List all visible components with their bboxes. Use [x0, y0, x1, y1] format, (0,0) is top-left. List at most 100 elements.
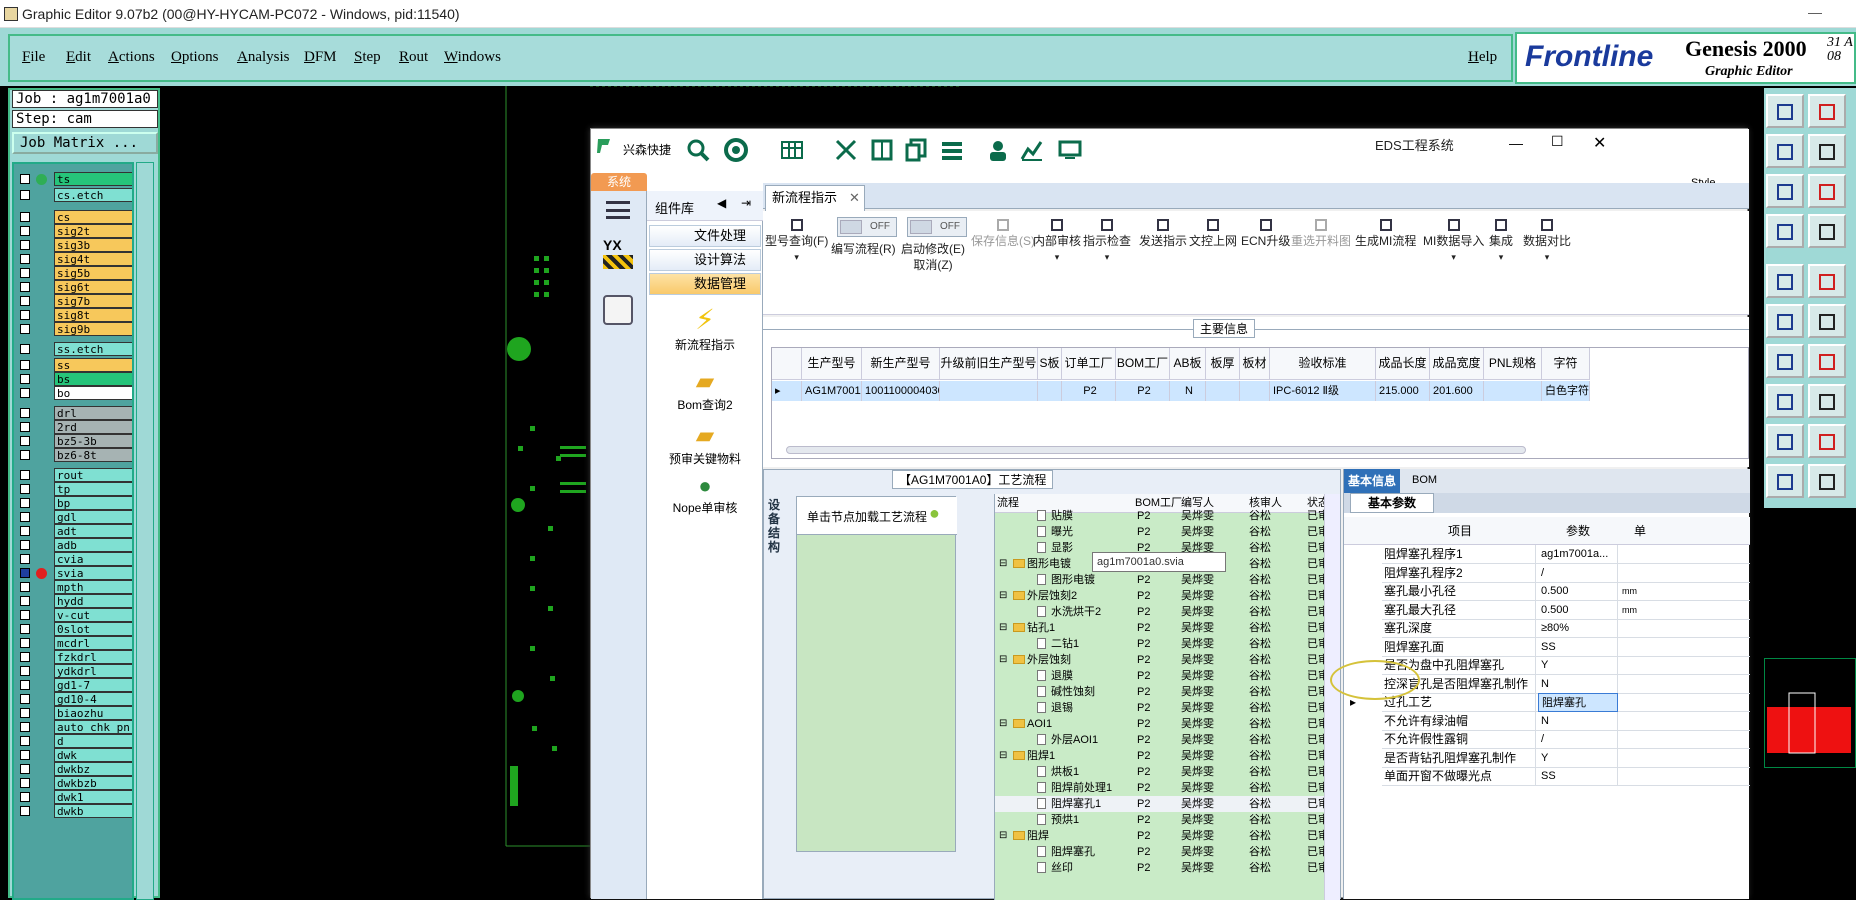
layer-row[interactable]: cs — [16, 210, 132, 224]
grid-cell[interactable]: 白色字符 — [1542, 381, 1590, 401]
layer-row[interactable]: ts — [16, 172, 132, 186]
layer-row[interactable]: ydkdrl — [16, 664, 132, 678]
property-value[interactable]: SS — [1538, 767, 1618, 786]
ribbon-button-4[interactable]: 内部审核 ▾ — [1033, 219, 1081, 265]
menu-rout[interactable]: Rout — [399, 49, 428, 66]
ribbon-button-13[interactable]: 数据对比 ▾ — [1523, 219, 1571, 265]
grid-icon[interactable] — [1808, 214, 1846, 248]
grid-cell[interactable]: P2 — [1116, 381, 1170, 401]
draw-box-icon[interactable] — [1808, 264, 1846, 298]
grid-cell[interactable]: N — [1170, 381, 1206, 401]
layer-row[interactable]: sig7b — [16, 294, 132, 308]
pan-icon[interactable] — [1808, 174, 1846, 208]
grid-cell[interactable]: AG1M7001A0 — [802, 381, 862, 401]
layer-checkbox[interactable] — [20, 484, 30, 494]
system-tab[interactable]: 系统 — [591, 173, 647, 191]
list-icon[interactable] — [939, 137, 965, 163]
layer-row[interactable]: mpth — [16, 580, 132, 594]
layer-row[interactable]: 2rd — [16, 420, 132, 434]
hamburger-icon[interactable] — [606, 201, 630, 219]
layer-checkbox[interactable] — [20, 540, 30, 550]
line-red-icon[interactable] — [1766, 344, 1804, 378]
property-value[interactable]: 0.500 — [1538, 600, 1618, 620]
layer-row[interactable]: tp — [16, 482, 132, 496]
search-icon[interactable] — [685, 137, 711, 163]
layer-row[interactable]: bz5-3b — [16, 434, 132, 448]
pointer-box-icon[interactable] — [1808, 464, 1846, 498]
layer-scrollbar[interactable] — [136, 162, 154, 900]
grid-header[interactable]: 新生产型号 — [862, 348, 940, 380]
process-hint-panel[interactable]: 单击节点加载工艺流程 ● — [796, 496, 957, 852]
layer-row[interactable]: dwk — [16, 748, 132, 762]
chevron-down-icon[interactable]: ▾ — [1033, 249, 1081, 265]
property-row[interactable]: 阻焊塞孔程序2/ — [1382, 563, 1750, 583]
bom-query-item[interactable]: ▰ Bom查询2 — [647, 367, 763, 413]
layer-checkbox[interactable] — [20, 708, 30, 718]
grid-header[interactable]: BOM工厂 — [1116, 348, 1170, 380]
tree-row[interactable]: ⊟ AOI1 P2 吴烨雯 谷松 已审核 — [995, 716, 1324, 732]
ribbon-button-9[interactable]: 重选开料图 — [1291, 219, 1351, 249]
property-value[interactable]: N — [1538, 674, 1618, 694]
collapse-icon[interactable]: ⊟ — [999, 588, 1007, 604]
tree-row[interactable]: ⊟ 阻焊1 P2 吴烨雯 谷松 已审核 — [995, 748, 1324, 764]
layer-row[interactable]: ss — [16, 358, 132, 372]
layer-checkbox[interactable] — [20, 680, 30, 690]
property-value[interactable]: Y — [1538, 656, 1618, 675]
grid-cell[interactable] — [1484, 381, 1542, 401]
tree-row[interactable]: 退膜 P2 吴烨雯 谷松 已审核 — [995, 668, 1324, 684]
minimize-icon[interactable]: — — [1808, 4, 1822, 20]
ribbon-button-5[interactable]: 指示检查 ▾ — [1083, 219, 1131, 265]
layer-row[interactable]: biaozhu — [16, 706, 132, 720]
layer-checkbox[interactable] — [20, 526, 30, 536]
layer-row[interactable]: v-cut — [16, 608, 132, 622]
close-icon[interactable]: ✕ — [1593, 133, 1606, 153]
comp-data-management[interactable]: 数据管理 — [649, 273, 761, 295]
layer-checkbox[interactable] — [20, 212, 30, 222]
film-icon[interactable] — [869, 137, 895, 163]
tree-scrollbar[interactable] — [1324, 494, 1340, 900]
ribbon-button-8[interactable]: ECN升级 — [1241, 219, 1290, 249]
grid-cell[interactable] — [1240, 381, 1270, 401]
tab-bom[interactable]: BOM — [1412, 474, 1437, 486]
collapse-icon[interactable]: ⊟ — [999, 716, 1007, 732]
tree-row[interactable]: 丝印 P2 吴烨雯 谷松 已审核 — [995, 860, 1324, 876]
grid-cell[interactable]: 215.000 — [1376, 381, 1430, 401]
collapse-icon[interactable]: ⊟ — [999, 652, 1007, 668]
table-icon[interactable] — [779, 137, 805, 163]
minimize-icon[interactable]: — — [1509, 135, 1523, 151]
snap-box-icon[interactable] — [1766, 264, 1804, 298]
pen-icon[interactable] — [1766, 214, 1804, 248]
layer-row[interactable]: ss.etch — [16, 342, 132, 356]
collapse-icon[interactable]: ⊟ — [999, 556, 1007, 572]
tree-row[interactable]: ⊟ 外层蚀刻 P2 吴烨雯 谷松 已审核 — [995, 652, 1324, 668]
layer-row[interactable]: fzkdrl — [16, 650, 132, 664]
tab-new-process[interactable]: 新流程指示 ✕ — [765, 185, 865, 211]
menu-help[interactable]: Help — [1468, 49, 1497, 66]
tree-row[interactable]: 碱性蚀刻 P2 吴烨雯 谷松 已审核 — [995, 684, 1324, 700]
collapse-icon[interactable]: ⊟ — [999, 748, 1007, 764]
layer-row[interactable]: sig9b — [16, 322, 132, 336]
menu-step[interactable]: Step — [354, 49, 381, 66]
toggle-write-process[interactable]: OFF — [837, 217, 897, 237]
layer-row[interactable]: dwk1 — [16, 790, 132, 804]
grid-header[interactable]: 成品宽度 — [1430, 348, 1484, 380]
tree-row[interactable]: 二钻1 P2 吴烨雯 谷松 已审核 — [995, 636, 1324, 652]
nope-review-item[interactable]: ● Nope单审核 — [647, 473, 763, 516]
chart-icon[interactable] — [1019, 137, 1045, 163]
layer-checkbox[interactable] — [20, 736, 30, 746]
property-value[interactable]: ≥80% — [1538, 619, 1618, 638]
grid-header[interactable]: 板材 — [1240, 348, 1270, 380]
layer-row[interactable]: dwkbzb — [16, 776, 132, 790]
property-row[interactable]: ▸ 过孔工艺 阻焊塞孔 — [1350, 693, 1750, 712]
tree-row[interactable]: ⊟ 钻孔1 P2 吴烨雯 谷松 已审核 — [995, 620, 1324, 636]
layer-up-icon[interactable] — [1766, 94, 1804, 128]
layer-checkbox[interactable] — [20, 344, 30, 354]
layer-row[interactable]: sig5b — [16, 266, 132, 280]
toggle-start-modify[interactable]: OFF — [907, 217, 967, 237]
comp-design-algorithm[interactable]: 设计算法 — [649, 249, 761, 271]
chevron-down-icon[interactable]: ▾ — [1083, 249, 1131, 265]
layer-row[interactable]: gd10-4 — [16, 692, 132, 706]
connect-icon[interactable] — [1766, 304, 1804, 338]
property-row[interactable]: 阻焊塞孔面 SS — [1382, 637, 1750, 657]
collapse-icon[interactable]: ⊟ — [999, 828, 1007, 844]
